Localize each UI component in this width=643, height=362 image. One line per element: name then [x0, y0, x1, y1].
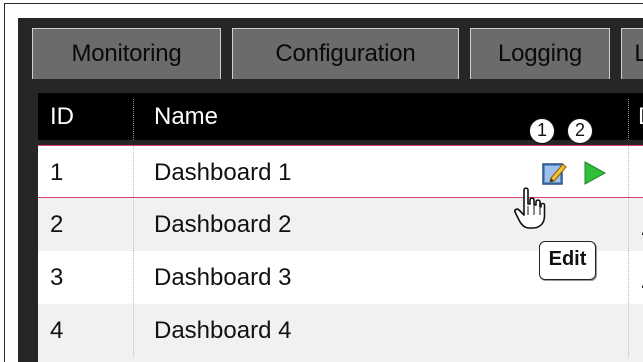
cell-divider	[628, 251, 629, 304]
pencil-edit-icon[interactable]	[541, 160, 567, 186]
row-name: Dashboard 1	[154, 159, 292, 186]
table-row[interactable]: 1 Dashboard 1	[38, 145, 643, 199]
tab-monitoring[interactable]: Monitoring	[32, 28, 221, 79]
row-name: Dashboard 2	[154, 211, 292, 238]
play-icon[interactable]	[583, 160, 607, 186]
row-id: 3	[50, 264, 64, 291]
cell-divider	[628, 146, 629, 199]
edit-tooltip: Edit	[539, 241, 596, 280]
cell-divider	[133, 146, 134, 199]
callout-number-1: 1	[529, 118, 555, 144]
tab-partial[interactable]: L	[621, 28, 643, 79]
row-name: Dashboard 3	[154, 264, 292, 291]
hand-cursor-icon	[514, 187, 546, 229]
tab-configuration[interactable]: Configuration	[232, 28, 459, 79]
cell-divider	[133, 304, 134, 357]
row-id: 2	[50, 211, 64, 238]
column-header-id[interactable]: ID	[50, 93, 74, 140]
row-name: Dashboard 4	[154, 317, 292, 344]
callout-number-2: 2	[567, 118, 593, 144]
column-divider[interactable]	[628, 99, 629, 140]
row-id: 4	[50, 317, 64, 344]
column-header-name[interactable]: Name	[154, 93, 218, 140]
row-id: 1	[50, 159, 64, 186]
cell-divider	[133, 198, 134, 251]
tab-logging[interactable]: Logging	[470, 28, 610, 79]
table-row[interactable]: 4 Dashboard 4	[38, 304, 643, 362]
column-divider[interactable]	[133, 99, 134, 140]
cell-divider	[133, 251, 134, 304]
cell-divider	[628, 304, 629, 357]
column-header-partial[interactable]: D	[638, 93, 643, 140]
cell-divider	[628, 198, 629, 251]
